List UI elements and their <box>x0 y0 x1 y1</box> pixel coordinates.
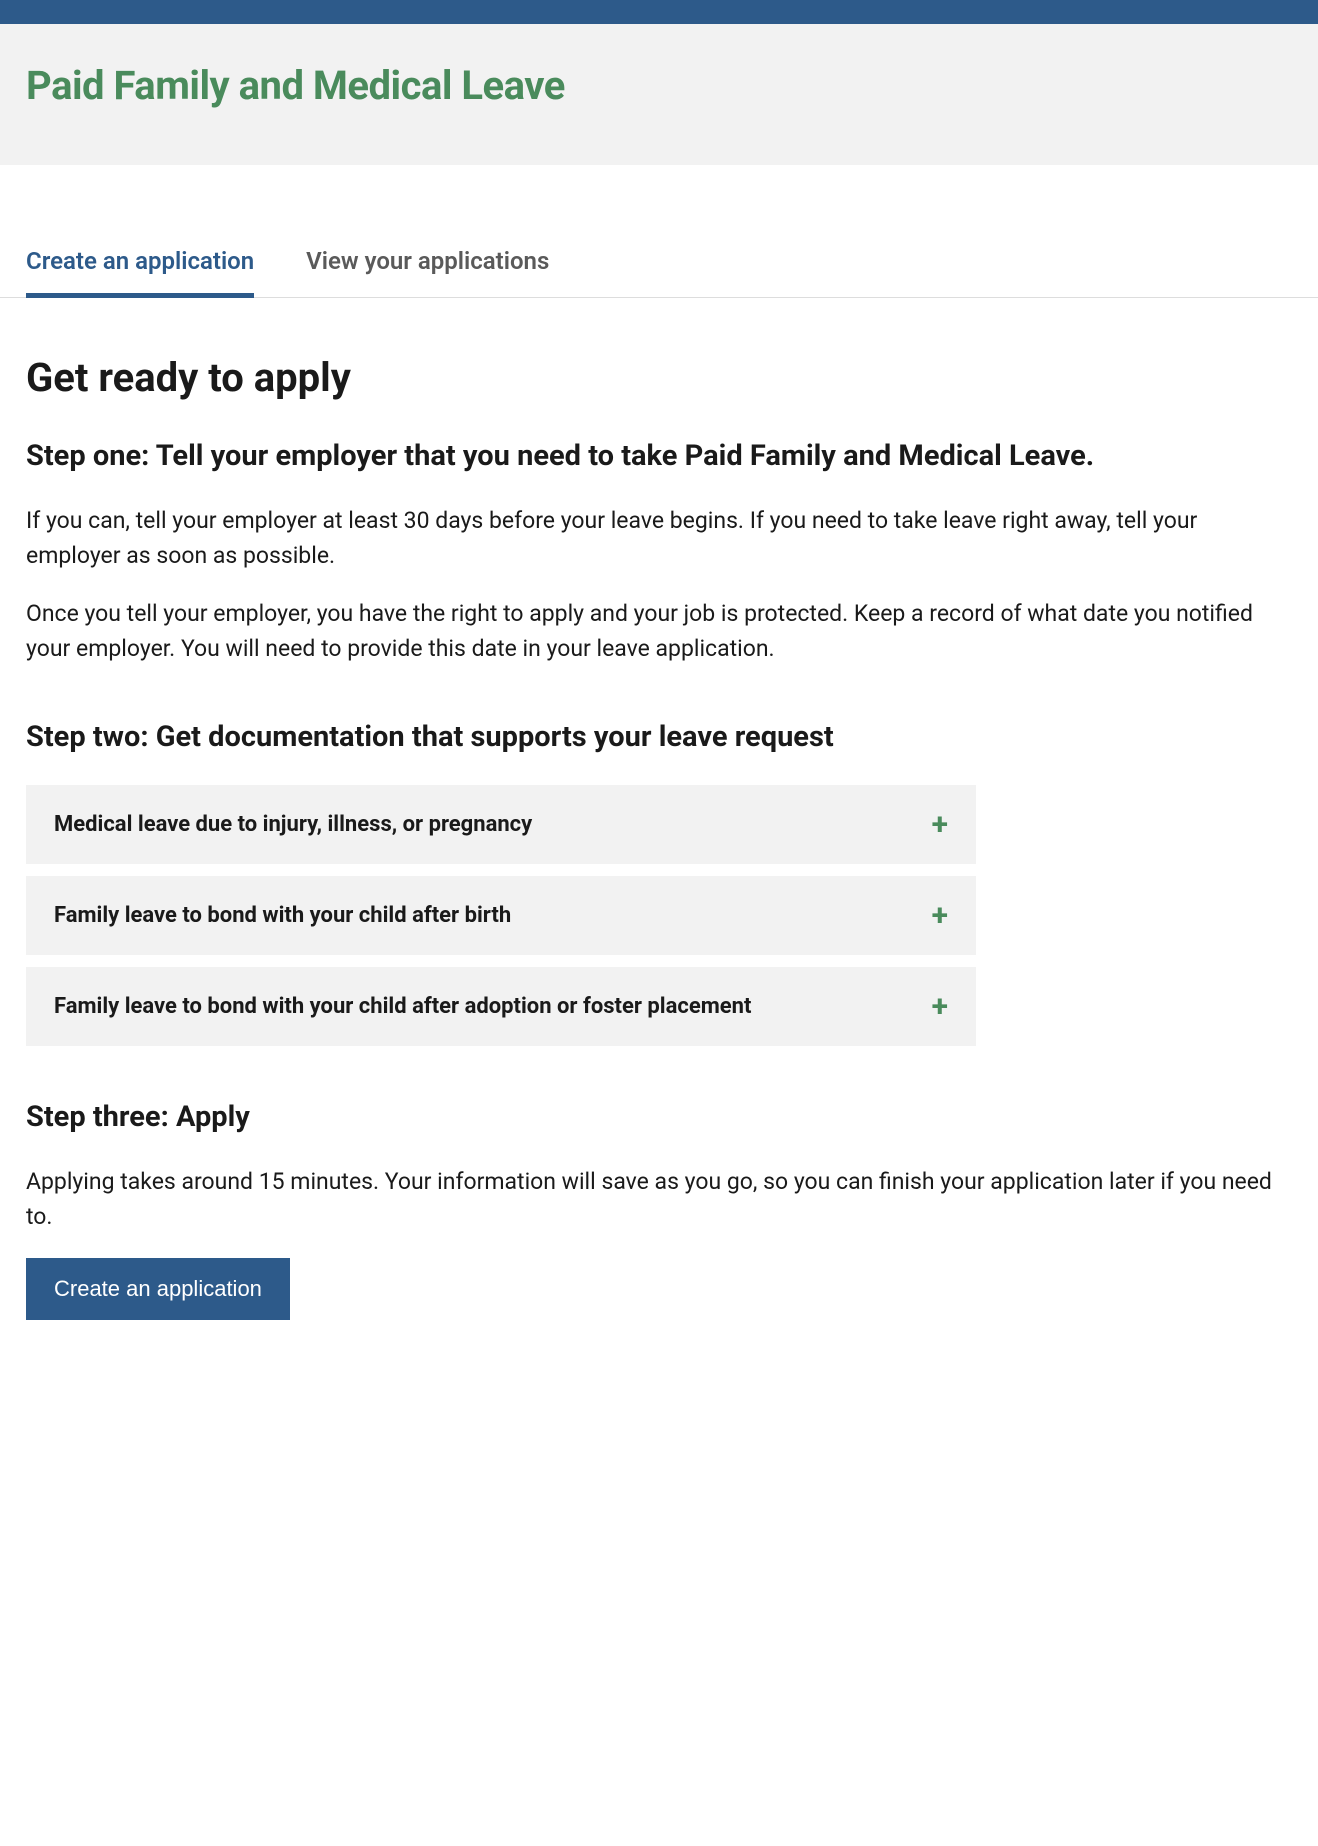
main-content: Get ready to apply Step one: Tell your e… <box>0 298 1318 1412</box>
tab-navigation: Create an application View your applicat… <box>0 229 1318 298</box>
top-bar <box>0 0 1318 24</box>
page-header: Paid Family and Medical Leave <box>0 24 1318 165</box>
step-three-paragraph: Applying takes around 15 minutes. Your i… <box>26 1165 1292 1234</box>
accordion-title: Family leave to bond with your child aft… <box>54 901 932 931</box>
accordion-title: Medical leave due to injury, illness, or… <box>54 810 932 840</box>
step-one-paragraph-1: If you can, tell your employer at least … <box>26 504 1292 573</box>
site-title: Paid Family and Medical Leave <box>26 62 1292 109</box>
step-three-section: Step three: Apply Applying takes around … <box>26 1098 1292 1320</box>
step-one-section: Step one: Tell your employer that you ne… <box>26 437 1292 666</box>
tab-view-applications[interactable]: View your applications <box>306 229 549 298</box>
tab-create-application[interactable]: Create an application <box>26 229 254 298</box>
accordion-item-medical[interactable]: Medical leave due to injury, illness, or… <box>26 785 976 864</box>
step-two-section: Step two: Get documentation that support… <box>26 718 1292 1046</box>
accordion-item-bond-birth[interactable]: Family leave to bond with your child aft… <box>26 876 976 955</box>
step-two-heading: Step two: Get documentation that support… <box>26 718 1292 757</box>
accordion-title: Family leave to bond with your child aft… <box>54 992 932 1022</box>
step-one-heading: Step one: Tell your employer that you ne… <box>26 437 1292 476</box>
plus-icon: + <box>932 898 948 933</box>
plus-icon: + <box>932 989 948 1024</box>
accordion-item-bond-adoption[interactable]: Family leave to bond with your child aft… <box>26 967 976 1046</box>
plus-icon: + <box>932 807 948 842</box>
accordion-list: Medical leave due to injury, illness, or… <box>26 785 976 1046</box>
create-application-button[interactable]: Create an application <box>26 1258 290 1320</box>
step-three-heading: Step three: Apply <box>26 1098 1292 1137</box>
page-heading: Get ready to apply <box>26 354 1292 401</box>
step-one-paragraph-2: Once you tell your employer, you have th… <box>26 597 1292 666</box>
